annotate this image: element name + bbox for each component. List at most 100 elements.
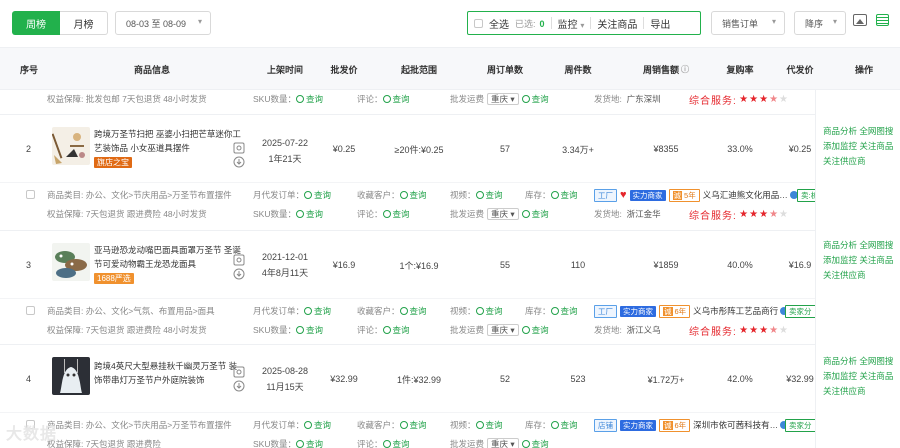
table-row[interactable]: 2 跨境万圣节扫把 巫婆小扫把芒草迷你工艺装饰品 小女巫道具摆件 旗店之宝 20… bbox=[0, 114, 815, 182]
col-price[interactable]: 批发价 bbox=[324, 48, 364, 90]
tab-weekly[interactable]: 周榜 bbox=[12, 11, 60, 35]
divider bbox=[643, 17, 645, 29]
region-select[interactable]: 重庆 ▾ bbox=[487, 438, 519, 448]
image-search-link[interactable]: 全网图搜 bbox=[859, 126, 893, 136]
week-orders: 52 bbox=[499, 374, 510, 384]
monthly-orders-query[interactable]: 查询 bbox=[304, 419, 331, 431]
camera-search-icon[interactable] bbox=[233, 366, 245, 378]
comment-query-link[interactable]: 查询 bbox=[383, 324, 410, 336]
select-all-label[interactable]: 全选 bbox=[489, 16, 509, 31]
shipping-query-link[interactable]: 查询 bbox=[522, 438, 549, 448]
product-title[interactable]: 跨境4英尺大型悬挂秋千幽灵万圣节 装饰带串灯万圣节户外庭院装饰 bbox=[94, 359, 244, 387]
moq: 1件:¥32.99 bbox=[396, 374, 442, 385]
sku-query-link[interactable]: 查询 bbox=[296, 324, 323, 336]
shop-name[interactable]: 义乌汇迪熊文化用品… bbox=[703, 189, 788, 201]
seller-analysis-button[interactable]: 卖家分 bbox=[785, 418, 816, 432]
follow-item-link[interactable]: 关注商品 bbox=[859, 255, 893, 265]
monthly-orders-query[interactable]: 查询 bbox=[304, 189, 331, 201]
stock-query[interactable]: 查询 bbox=[551, 419, 578, 431]
follow-item-link[interactable]: 关注商品 bbox=[859, 141, 893, 151]
image-view-icon[interactable] bbox=[853, 14, 867, 26]
analysis-link[interactable]: 商品分析 bbox=[823, 126, 857, 136]
product-thumbnail[interactable] bbox=[52, 127, 90, 165]
download-icon[interactable] bbox=[233, 156, 245, 168]
week-orders: 55 bbox=[499, 260, 510, 270]
watermark: 大数据 bbox=[6, 426, 58, 443]
col-dropship[interactable]: 代发价 bbox=[780, 48, 820, 90]
video-query[interactable]: 查询 bbox=[476, 419, 503, 431]
tab-monthly[interactable]: 月榜 bbox=[60, 11, 108, 35]
date-range-select[interactable]: 08-03 至 08-09 ▾ bbox=[115, 11, 211, 35]
product-title[interactable]: 跨境万圣节扫把 巫婆小扫把芒草迷你工艺装饰品 小女巫道具摆件 旗店之宝 bbox=[94, 127, 244, 169]
list-view-icon[interactable] bbox=[876, 14, 889, 26]
seller-analysis-button[interactable]: 卖家分 bbox=[785, 304, 816, 318]
selected-count: 已选: 0 bbox=[515, 18, 545, 29]
follow-supplier-link[interactable]: 关注供应商 bbox=[823, 270, 866, 280]
col-week-pieces[interactable]: 周件数 bbox=[548, 48, 608, 90]
week-sales: ¥8355 bbox=[653, 144, 679, 154]
follow-button[interactable]: 关注商品 bbox=[597, 16, 637, 31]
years-badge: 诚 6年 bbox=[659, 304, 691, 318]
row-checkbox[interactable] bbox=[26, 306, 35, 315]
camera-search-icon[interactable] bbox=[233, 142, 245, 154]
col-week-orders[interactable]: 周订单数 bbox=[470, 48, 540, 90]
export-button[interactable]: 导出 bbox=[650, 16, 670, 31]
favorite-query[interactable]: 查询 bbox=[400, 419, 427, 431]
video-query[interactable]: 查询 bbox=[476, 305, 503, 317]
shop-name[interactable]: 义乌市彤阵工艺品商行 bbox=[693, 305, 778, 317]
monthly-orders-query[interactable]: 查询 bbox=[304, 305, 331, 317]
favorite-query[interactable]: 查询 bbox=[400, 305, 427, 317]
analysis-link[interactable]: 商品分析 bbox=[823, 240, 857, 250]
strength-badge: 实力商家 bbox=[620, 305, 656, 317]
shop-name[interactable]: 深圳市依可茜科技有… bbox=[693, 419, 778, 431]
image-search-link[interactable]: 全网图搜 bbox=[859, 356, 893, 366]
row-actions: 商品分析 全网图搜 添加监控 关注商品 关注供应商 bbox=[823, 354, 893, 399]
shipping-query-link[interactable]: 查询 bbox=[522, 324, 549, 336]
sku-query-link[interactable]: 查询 bbox=[296, 208, 323, 220]
product-title[interactable]: 亚马逊恐龙动嘴巴面具面罩万圣节 圣诞节可爱动物霸王龙恐龙面具 1688严选 bbox=[94, 243, 244, 285]
sku-query-link[interactable]: 查询 bbox=[296, 438, 323, 448]
camera-search-icon[interactable] bbox=[233, 254, 245, 266]
strength-badge: 实力商家 bbox=[629, 189, 666, 201]
moq: 1个:¥16.9 bbox=[399, 260, 439, 271]
region-select[interactable]: 重庆 ▾ bbox=[487, 324, 519, 336]
follow-supplier-link[interactable]: 关注供应商 bbox=[823, 386, 866, 396]
region-select[interactable]: 重庆 ▾ bbox=[487, 208, 519, 220]
stock-query[interactable]: 查询 bbox=[551, 305, 578, 317]
download-icon[interactable] bbox=[233, 380, 245, 392]
add-monitor-link[interactable]: 添加监控 bbox=[823, 255, 857, 265]
table-row[interactable]: 4 跨境4英尺大型悬挂秋千幽灵万圣节 装饰带串灯万圣节户外庭院装饰 2025-0… bbox=[0, 344, 815, 412]
col-list-date[interactable]: 上架时间 bbox=[246, 48, 324, 90]
wholesale-price: ¥0.25 bbox=[332, 144, 356, 154]
sku-query-link[interactable]: 查询 bbox=[296, 93, 323, 105]
comment-query-link[interactable]: 查询 bbox=[383, 93, 410, 105]
shipping-query-link[interactable]: 查询 bbox=[522, 93, 549, 105]
shipping-query-link[interactable]: 查询 bbox=[522, 208, 549, 220]
product-thumbnail[interactable] bbox=[52, 357, 90, 395]
follow-item-link[interactable]: 关注商品 bbox=[859, 371, 893, 381]
comment-query-link[interactable]: 查询 bbox=[383, 438, 410, 448]
sort-order-select[interactable]: 降序 ▾ bbox=[794, 11, 846, 35]
region-select[interactable]: 重庆 ▾ bbox=[487, 93, 519, 105]
product-thumbnail[interactable] bbox=[52, 243, 90, 281]
image-search-link[interactable]: 全网图搜 bbox=[859, 240, 893, 250]
dropship-price: ¥32.99 bbox=[786, 374, 814, 384]
analysis-link[interactable]: 商品分析 bbox=[823, 356, 857, 366]
list-date: 2021-12-01 4年8月11天 bbox=[261, 252, 309, 278]
comment-query-link[interactable]: 查询 bbox=[383, 208, 410, 220]
add-monitor-link[interactable]: 添加监控 bbox=[823, 371, 857, 381]
follow-supplier-link[interactable]: 关注供应商 bbox=[823, 156, 866, 166]
table-header: 序号 商品信息 上架时间 批发价 起批范围 周订单数 周件数 周销售额 ⓘ 复购率… bbox=[0, 48, 900, 90]
row-checkbox[interactable] bbox=[26, 190, 35, 199]
stock-query[interactable]: 查询 bbox=[551, 189, 578, 201]
video-query[interactable]: 查询 bbox=[476, 189, 503, 201]
sort-field-select[interactable]: 销售订单 ▾ bbox=[711, 11, 785, 35]
monitor-dropdown[interactable]: 监控 ▾ bbox=[558, 16, 585, 31]
select-all-checkbox[interactable] bbox=[474, 18, 483, 28]
col-week-sales[interactable]: 周销售额 ⓘ bbox=[630, 48, 702, 90]
favorite-query[interactable]: 查询 bbox=[400, 189, 427, 201]
col-repurchase[interactable]: 复购率 bbox=[715, 48, 765, 90]
add-monitor-link[interactable]: 添加监控 bbox=[823, 141, 857, 151]
download-icon[interactable] bbox=[233, 268, 245, 280]
table-row[interactable]: 3 亚马逊恐龙动嘴巴面具面罩万圣节 圣诞节可爱动物霸王龙恐龙面具 1688严选 … bbox=[0, 230, 815, 298]
